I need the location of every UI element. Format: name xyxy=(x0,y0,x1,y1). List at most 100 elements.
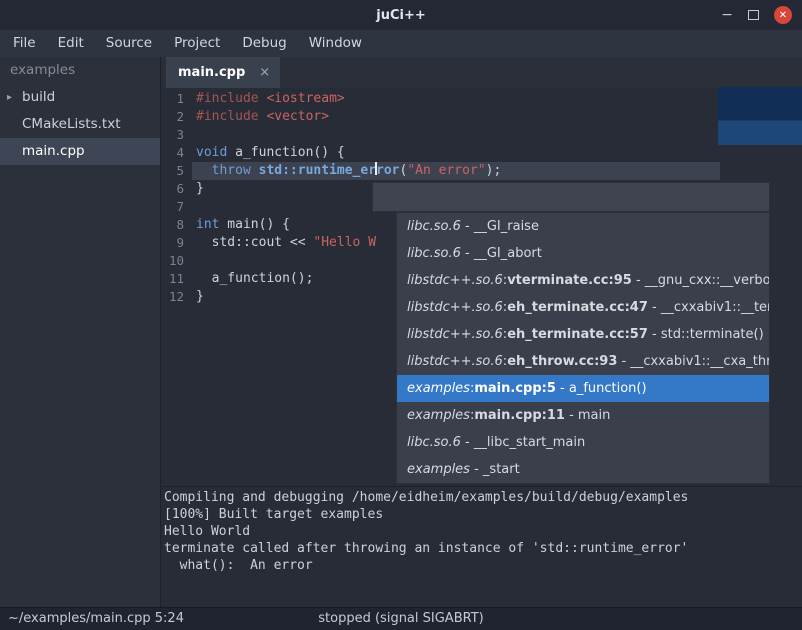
code-token: a_function() { xyxy=(227,145,344,160)
stack-frame-item[interactable]: libstdc++.so.6:eh_terminate.cc:47 - __cx… xyxy=(397,294,769,321)
code-token: ror xyxy=(376,163,399,178)
code-text xyxy=(192,198,196,216)
line-number: 6 xyxy=(162,180,192,198)
code-text: int main() { xyxy=(192,216,290,234)
frame-lib: libstdc++.so.6 xyxy=(407,354,503,369)
code-token: #include xyxy=(196,109,266,124)
code-token: main() { xyxy=(219,217,289,232)
frame-func: - __gnu_cxx::__verbos xyxy=(632,273,769,288)
console-line: what(): An error xyxy=(164,557,802,574)
frame-file: vterminate.cc:95 xyxy=(507,273,632,288)
menu-item-project[interactable]: Project xyxy=(163,30,231,57)
line-number: 8 xyxy=(162,216,192,234)
menu-item-source[interactable]: Source xyxy=(95,30,163,57)
stack-frame-item-selected[interactable]: examples:main.cpp:5 - a_function() xyxy=(397,375,769,402)
menu-item-window[interactable]: Window xyxy=(298,30,373,57)
code-text: } xyxy=(192,288,204,306)
frame-lib: libstdc++.so.6 xyxy=(407,300,503,315)
tabbar: main.cpp × xyxy=(162,57,802,88)
tree-item-label: main.cpp xyxy=(22,143,85,159)
line-number: 5 xyxy=(162,162,192,180)
frame-file: eh_throw.cc:93 xyxy=(507,354,617,369)
code-token: a_function(); xyxy=(196,271,313,286)
stack-frame-item[interactable]: examples - _start xyxy=(397,456,769,483)
window-title: juCi++ xyxy=(376,8,426,23)
menubar: File Edit Source Project Debug Window xyxy=(0,30,802,57)
tab-main-cpp[interactable]: main.cpp × xyxy=(166,57,280,88)
frame-lib: libc.so.6 xyxy=(407,219,461,234)
stack-frame-item[interactable]: libc.so.6 - __GI_raise xyxy=(397,213,769,240)
code-text: } xyxy=(192,180,204,198)
frame-lib: examples xyxy=(407,408,470,423)
menu-item-debug[interactable]: Debug xyxy=(231,30,297,57)
code-token: void xyxy=(196,145,227,160)
code-line-current: 5 throw std::runtime_error("An error"); xyxy=(162,162,802,180)
code-text: void a_function() { xyxy=(192,144,345,162)
frame-file: main.cpp:11 xyxy=(474,408,565,423)
code-line: 1 #include <iostream> xyxy=(162,90,802,108)
frame-file: main.cpp:5 xyxy=(474,381,556,396)
line-number: 9 xyxy=(162,234,192,252)
console-output: Compiling and debugging /home/eidheim/ex… xyxy=(162,486,802,607)
line-number: 4 xyxy=(162,144,192,162)
line-number: 1 xyxy=(162,90,192,108)
file-tree-sidebar: examples ▸ build CMakeLists.txt main.cpp xyxy=(0,57,161,607)
frame-func: - std::terminate() xyxy=(648,327,764,342)
code-line: 4 void a_function() { xyxy=(162,144,802,162)
tree-item-main-cpp[interactable]: main.cpp xyxy=(0,138,160,165)
code-text xyxy=(192,252,196,270)
code-token: #include xyxy=(196,91,266,106)
restore-icon[interactable] xyxy=(748,10,759,20)
code-token: <iostream> xyxy=(266,91,344,106)
stack-frame-item[interactable]: libc.so.6 - __GI_abort xyxy=(397,240,769,267)
console-line: terminate called after throwing an insta… xyxy=(164,540,802,557)
code-token: "Hello W xyxy=(313,235,376,250)
code-text: std::cout << "Hello W xyxy=(192,234,376,252)
minimize-icon[interactable]: − xyxy=(721,8,733,22)
frame-func: - __cxxabiv1::__cxa_thro xyxy=(617,354,769,369)
stack-frame-item[interactable]: libc.so.6 - __libc_start_main xyxy=(397,429,769,456)
frame-func: - a_function() xyxy=(556,381,647,396)
frame-lib: examples xyxy=(407,381,470,396)
status-file-position: ~/examples/main.cpp 5:24 xyxy=(8,608,184,630)
line-number: 7 xyxy=(162,198,192,216)
line-number: 10 xyxy=(162,252,192,270)
code-token: throw xyxy=(212,163,251,178)
frame-lib: libc.so.6 xyxy=(407,435,461,450)
expander-arrow-icon[interactable]: ▸ xyxy=(7,84,12,111)
menu-item-edit[interactable]: Edit xyxy=(47,30,95,57)
line-number: 3 xyxy=(162,126,192,144)
stack-trace-popup: libc.so.6 - __GI_raise libc.so.6 - __GI_… xyxy=(396,212,770,484)
stack-frame-item[interactable]: examples:main.cpp:11 - main xyxy=(397,402,769,429)
frame-lib: libc.so.6 xyxy=(407,246,461,261)
doc-tooltip xyxy=(718,87,802,145)
code-token: } xyxy=(196,289,204,304)
tree-item-label: CMakeLists.txt xyxy=(22,116,121,132)
stack-frame-item[interactable]: libstdc++.so.6:eh_terminate.cc:57 - std:… xyxy=(397,321,769,348)
close-icon[interactable]: ✕ xyxy=(774,6,792,24)
frame-func: - __GI_raise xyxy=(461,219,539,234)
stack-frame-item[interactable]: libstdc++.so.6:vterminate.cc:95 - __gnu_… xyxy=(397,267,769,294)
stack-popup-header xyxy=(372,182,770,212)
tab-close-icon[interactable]: × xyxy=(259,65,270,80)
console-line: [100%] Built target examples xyxy=(164,506,802,523)
code-token: ); xyxy=(486,163,502,178)
frame-func: - __cxxabiv1::__tern xyxy=(648,300,769,315)
frame-lib: examples xyxy=(407,462,470,477)
code-text: #include <iostream> xyxy=(192,90,345,108)
frame-func: - main xyxy=(565,408,610,423)
code-text: a_function(); xyxy=(192,270,313,288)
menu-item-file[interactable]: File xyxy=(2,30,47,57)
tree-item-label: build xyxy=(22,89,55,105)
tree-item-build[interactable]: ▸ build xyxy=(0,84,160,111)
code-token: std::cout << xyxy=(196,235,313,250)
stack-frame-item[interactable]: libstdc++.so.6:eh_throw.cc:93 - __cxxabi… xyxy=(397,348,769,375)
code-token: std::runtime_er xyxy=(259,163,376,178)
frame-lib: libstdc++.so.6 xyxy=(407,327,503,342)
tree-item-cmakelists[interactable]: CMakeLists.txt xyxy=(0,111,160,138)
frame-func: - _start xyxy=(470,462,520,477)
code-text: throw std::runtime_error("An error"); xyxy=(192,162,501,180)
code-line: 3 xyxy=(162,126,802,144)
status-debug-state: stopped (signal SIGABRT) xyxy=(318,608,483,630)
frame-func: - __libc_start_main xyxy=(461,435,585,450)
